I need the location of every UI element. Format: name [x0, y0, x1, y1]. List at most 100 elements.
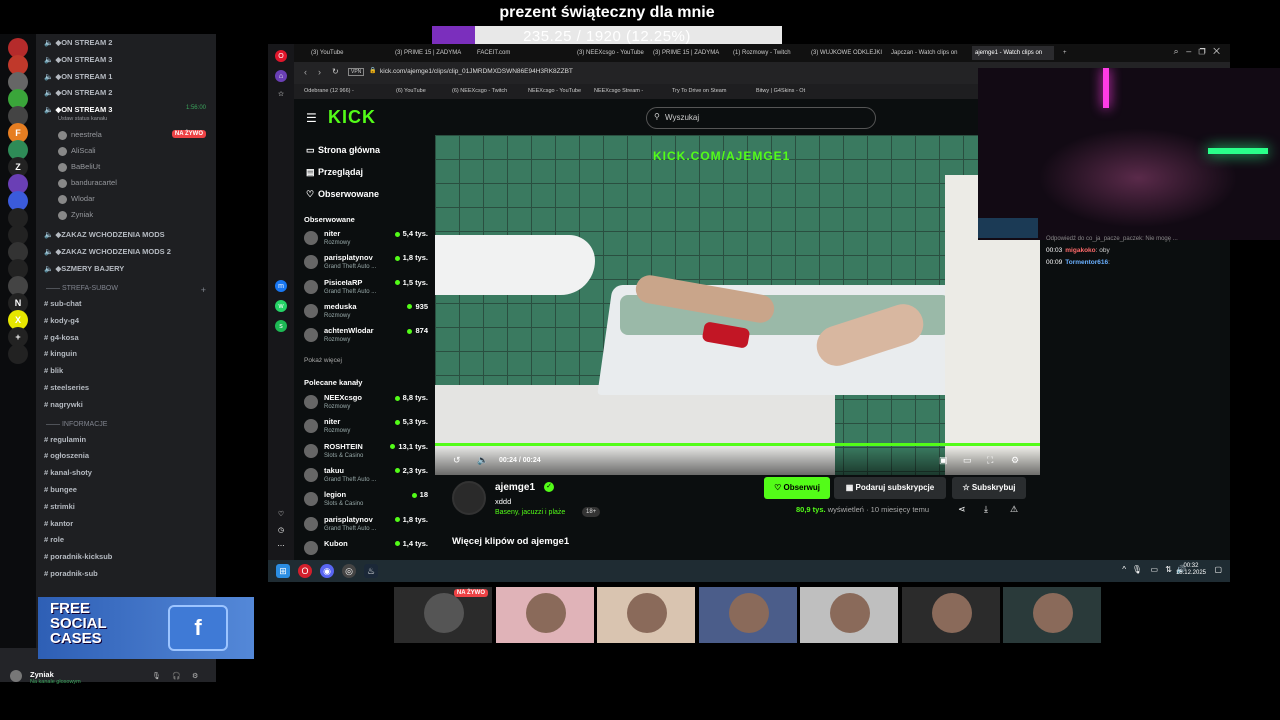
pip-icon[interactable]: ▣: [939, 455, 948, 466]
browser-tab[interactable]: (3) NEEXcsgo - YouTube: [574, 46, 646, 60]
channel-avatar[interactable]: [452, 481, 486, 515]
heart-icon[interactable]: ♡: [275, 508, 287, 520]
voice-channel[interactable]: 🔈 ◆ON STREAM 3: [44, 55, 112, 64]
voice-user[interactable]: neestrela: [58, 130, 102, 140]
star-icon[interactable]: ☆: [275, 88, 287, 100]
voice-channel[interactable]: 🔈 ◆ON STREAM 1: [44, 72, 112, 81]
download-icon[interactable]: ⤓: [984, 504, 988, 515]
participant-tile[interactable]: [597, 587, 695, 643]
spotify-icon[interactable]: s: [275, 320, 287, 332]
follow-button[interactable]: ♡ Obserwuj: [764, 477, 830, 499]
browser-tab[interactable]: ajemge1 - Watch clips on: [972, 46, 1054, 60]
bookmark[interactable]: NEEXcsgo - YouTube: [528, 88, 581, 94]
mic-icon[interactable]: 🎙: [1132, 565, 1142, 574]
monitor-icon[interactable]: ▭: [1150, 565, 1158, 574]
voice-user[interactable]: Wlodar: [58, 194, 95, 204]
minimize-icon[interactable]: –: [1186, 46, 1191, 56]
browser-tab[interactable]: FACEIT.com: [474, 46, 570, 60]
age-tag[interactable]: 18+: [582, 507, 601, 517]
bookmark[interactable]: (6) NEEXcsgo - Twitch: [452, 88, 507, 94]
text-channel[interactable]: # blik: [44, 366, 63, 375]
text-channel[interactable]: # poradnik-sub: [44, 569, 98, 578]
text-channel[interactable]: # sub-chat: [44, 299, 82, 308]
channel-item[interactable]: achtenWlodar Rozmowy 874: [304, 326, 428, 350]
fullscreen-icon[interactable]: ⛶: [987, 455, 993, 466]
bookmark[interactable]: NEEXcsgo Stream -: [594, 88, 643, 94]
settings-icon[interactable]: ⚙: [192, 672, 198, 680]
channel-item[interactable]: legion Slots & Casino 18: [304, 490, 428, 514]
voice-channel[interactable]: 🔈 ◆ON STREAM 3: [44, 105, 112, 114]
channel-category[interactable]: Baseny, jacuzzi i plaże: [495, 509, 565, 516]
text-channel[interactable]: # kinguin: [44, 349, 77, 358]
video-progress-bar[interactable]: [435, 443, 1040, 446]
back-icon[interactable]: ‹: [304, 67, 307, 77]
participant-tile[interactable]: [495, 587, 594, 643]
search-tabs-icon[interactable]: ⌕: [1174, 46, 1179, 56]
channel-item[interactable]: NEEXcsgo Rozmowy 8,8 tys.: [304, 393, 428, 417]
text-channel[interactable]: # kanal-shoty: [44, 468, 92, 477]
add-channel-icon[interactable]: +: [201, 285, 206, 295]
channel-item[interactable]: meduska Rozmowy 935: [304, 302, 428, 326]
url-field[interactable]: kick.com/ajemge1/clips/clip_01JMRDMXDSWN…: [380, 68, 573, 75]
bookmark[interactable]: Odebrane (12 966) -: [304, 88, 354, 94]
nav-item[interactable]: ▤ Przeglądaj: [306, 167, 363, 178]
new-tab-icon[interactable]: +: [1060, 46, 1074, 60]
volume-icon[interactable]: 🔈: [477, 455, 488, 466]
channel-item[interactable]: niter Rozmowy 5,4 tys.: [304, 229, 428, 253]
browser-tab[interactable]: (1) Rozmowy - Twitch: [730, 46, 804, 60]
forward-icon[interactable]: ›: [318, 67, 321, 77]
text-channel[interactable]: # poradnik-kicksub: [44, 552, 112, 561]
browser-tab[interactable]: (3) WUJKOWE ODKLEJKI: [808, 46, 884, 60]
voice-channel[interactable]: 🔈 ◆ZAKAZ WCHODZENIA MODS: [44, 230, 165, 239]
free-social-cases-ad[interactable]: FREE SOCIAL CASES f: [38, 597, 254, 659]
notification-icon[interactable]: ▢: [1214, 565, 1222, 574]
obs-icon[interactable]: ◎: [342, 564, 356, 578]
browser-tab[interactable]: Japczan - Watch clips on: [888, 46, 968, 60]
voice-user[interactable]: BaBeliUt: [58, 162, 100, 172]
voice-channel[interactable]: 🔈 ◆ZAKAZ WCHODZENIA MODS 2: [44, 247, 171, 256]
channel-status-hint[interactable]: Ustaw status kanału: [58, 116, 107, 122]
browser-tab[interactable]: (3) PRIME 15 | ZADYMA: [392, 46, 470, 60]
menu-icon[interactable]: ☰: [306, 111, 317, 125]
opera-icon[interactable]: O: [298, 564, 312, 578]
nav-item[interactable]: ♡ Obserwowane: [306, 189, 379, 200]
kick-logo[interactable]: KICK: [328, 107, 376, 128]
voice-user[interactable]: Zyniak: [58, 210, 93, 220]
theater-icon[interactable]: ▭: [963, 455, 972, 466]
opera-logo-icon[interactable]: O: [275, 50, 287, 62]
voice-channel[interactable]: 🔈 ◆ON STREAM 2: [44, 88, 112, 97]
text-channel[interactable]: # nagrywki: [44, 400, 83, 409]
show-more-link[interactable]: Pokaż więcej: [304, 357, 342, 364]
text-channel[interactable]: # role: [44, 535, 64, 544]
text-channel[interactable]: # kantor: [44, 519, 73, 528]
settings-icon[interactable]: ⚙: [1011, 455, 1019, 466]
channel-item[interactable]: parisplatynov Grand Theft Auto ... 1,8 tys…: [304, 253, 428, 277]
share-icon[interactable]: ⋖: [958, 504, 966, 515]
channel-item[interactable]: Kubon 1,4 tys.: [304, 539, 428, 560]
text-channel[interactable]: # strimki: [44, 502, 75, 511]
start-icon[interactable]: ⊞: [276, 564, 290, 578]
text-channel[interactable]: # regulamin: [44, 435, 86, 444]
replay-icon[interactable]: ↺: [453, 455, 461, 466]
steam-icon[interactable]: ♨: [364, 564, 378, 578]
mute-icon[interactable]: 🎙: [152, 672, 161, 680]
participant-tile[interactable]: [698, 587, 797, 643]
whatsapp-icon[interactable]: w: [275, 300, 287, 312]
channel-item[interactable]: takuu Grand Theft Auto ... 2,3 tys.: [304, 466, 428, 490]
participant-tile[interactable]: [800, 587, 898, 643]
text-channel[interactable]: # steelseries: [44, 383, 89, 392]
channel-item[interactable]: ROSHTEIN Slots & Casino 13,1 tys.: [304, 442, 428, 466]
voice-user[interactable]: AliScali: [58, 146, 96, 156]
participant-tile[interactable]: NA ŻYWO: [394, 587, 492, 643]
participant-tile[interactable]: [1003, 587, 1101, 643]
more-icon[interactable]: ⋯: [275, 540, 287, 552]
channel-item[interactable]: niter Rozmowy 5,3 tys.: [304, 417, 428, 441]
report-icon[interactable]: ⚠: [1010, 504, 1018, 515]
text-channel[interactable]: # bungee: [44, 485, 77, 494]
channel-item[interactable]: PisiceIaRP Grand Theft Auto ... 1,5 tys.: [304, 278, 428, 302]
participant-tile[interactable]: [901, 587, 1000, 643]
gift-sub-button[interactable]: ▦ Podaruj subskrypcje: [834, 477, 946, 499]
category-header[interactable]: —— STREFA-SUBOW: [46, 285, 118, 292]
home-icon[interactable]: ⌂: [275, 70, 287, 82]
video-player[interactable]: KICK.COM/AJEMGE1 ↺ 🔈 00:24 / 00:24 ▣ ▭ ⛶…: [435, 135, 1040, 475]
